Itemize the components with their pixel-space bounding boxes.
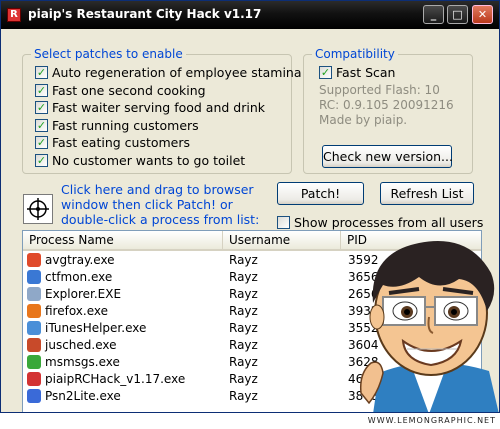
- username-cell: Rayz: [229, 270, 258, 284]
- process-name-cell: jusched.exe: [45, 338, 117, 352]
- column-process-name[interactable]: Process Name: [23, 231, 223, 249]
- title-bar[interactable]: R piaip's Restaurant City Hack v1.17 _ □…: [1, 1, 499, 29]
- app-icon: [27, 372, 41, 386]
- drag-line-1: Click here and drag to browser: [61, 182, 254, 197]
- patch-check-icon[interactable]: ✓: [35, 101, 48, 114]
- itunes-icon: [27, 321, 41, 335]
- patch-option-label: Fast one second cooking: [52, 82, 206, 98]
- app-icon: R: [7, 8, 21, 22]
- patch-check-icon[interactable]: ✓: [35, 66, 48, 79]
- patch-option-label: Fast eating customers: [52, 135, 191, 150]
- watermark: WWW.LEMONGRAPHIC.NET: [0, 413, 500, 429]
- process-name-cell: Explorer.EXE: [45, 287, 122, 301]
- username-cell: Rayz: [229, 321, 258, 335]
- username-cell: Rayz: [229, 338, 258, 352]
- drag-instructions: Click here and drag to browser window th…: [61, 182, 281, 227]
- patch-check-icon[interactable]: ✓: [35, 118, 48, 132]
- username-cell: Rayz: [229, 389, 258, 403]
- process-name-cell: msmsgs.exe: [45, 355, 120, 369]
- minimize-button[interactable]: _: [423, 5, 444, 24]
- username-cell: Rayz: [229, 287, 258, 301]
- refresh-list-button[interactable]: Refresh List: [380, 182, 474, 205]
- patch-option-label: Auto regeneration of employee stamina: [52, 65, 302, 80]
- ctfmon-icon: [27, 270, 41, 284]
- patch-option[interactable]: ✓ Fast one second cooking: [35, 82, 206, 99]
- patch-check-icon[interactable]: ✓: [35, 83, 48, 97]
- messenger-icon: [27, 355, 41, 369]
- patch-option[interactable]: ✓ Fast eating customers: [35, 134, 190, 151]
- patch-option[interactable]: ✓ Auto regeneration of employee stamina: [35, 64, 302, 81]
- caricature-mascot: [359, 241, 499, 412]
- rc-version-text: RC: 0.9.105 20091216: [319, 98, 454, 112]
- patch-option[interactable]: ✓ No customer wants to go toilet: [35, 152, 245, 169]
- avg-icon: [27, 253, 41, 267]
- username-cell: Rayz: [229, 355, 258, 369]
- process-name-cell: piaipRCHack_v1.17.exe: [45, 372, 186, 386]
- close-button[interactable]: ✕: [472, 5, 493, 24]
- username-cell: Rayz: [229, 372, 258, 386]
- patch-option-label: No customer wants to go toilet: [52, 152, 246, 168]
- drag-line-3: double-click a process from list:: [61, 212, 260, 227]
- check-new-version-button[interactable]: Check new version...: [322, 145, 453, 168]
- patch-check-icon[interactable]: ✓: [35, 153, 48, 167]
- process-name-cell: ctfmon.exe: [45, 270, 113, 284]
- show-all-users-checkbox[interactable]: Show processes from all users: [277, 214, 483, 231]
- explorer-icon: [27, 287, 41, 301]
- drag-line-2: window then click Patch! or: [61, 197, 233, 212]
- process-name-cell: iTunesHelper.exe: [45, 321, 147, 335]
- column-username[interactable]: Username: [223, 231, 341, 249]
- made-by-text: Made by piaip.: [319, 113, 408, 127]
- firefox-icon: [27, 304, 41, 318]
- patch-option-label: Fast running customers: [52, 117, 199, 133]
- fast-scan-checkbox[interactable]: ✓ Fast Scan: [319, 64, 395, 81]
- patch-check-icon[interactable]: ✓: [35, 136, 48, 149]
- patch-option-label: Fast waiter serving food and drink: [52, 100, 265, 115]
- app-window: R piaip's Restaurant City Hack v1.17 _ □…: [0, 0, 500, 413]
- process-name-cell: avgtray.exe: [45, 253, 115, 267]
- compatibility-group: Compatibility ✓ Fast Scan Supported Flas…: [303, 47, 473, 174]
- username-cell: Rayz: [229, 253, 258, 267]
- psn-icon: [27, 389, 41, 403]
- java-icon: [27, 338, 41, 352]
- supported-flash-text: Supported Flash: 10: [319, 83, 440, 97]
- patches-group: Select patches to enable ✓ Auto regenerat…: [22, 47, 302, 174]
- fast-scan-label: Fast Scan: [336, 65, 396, 80]
- patches-group-title: Select patches to enable: [31, 47, 186, 61]
- username-cell: Rayz: [229, 304, 258, 318]
- patch-option[interactable]: ✓ Fast running customers: [35, 117, 199, 134]
- process-name-cell: firefox.exe: [45, 304, 109, 318]
- process-name-cell: Psn2Lite.exe: [45, 389, 121, 403]
- maximize-button[interactable]: □: [447, 5, 468, 24]
- show-all-users-check-icon[interactable]: [277, 216, 290, 229]
- fast-scan-check-icon[interactable]: ✓: [319, 66, 332, 79]
- window-title: piaip's Restaurant City Hack v1.17: [28, 7, 262, 21]
- crosshair-target-icon[interactable]: [23, 194, 53, 224]
- compatibility-group-title: Compatibility: [312, 47, 398, 61]
- show-all-users-label: Show processes from all users: [294, 215, 484, 230]
- patch-button[interactable]: Patch!: [277, 182, 364, 205]
- patch-option[interactable]: ✓ Fast waiter serving food and drink: [35, 99, 265, 116]
